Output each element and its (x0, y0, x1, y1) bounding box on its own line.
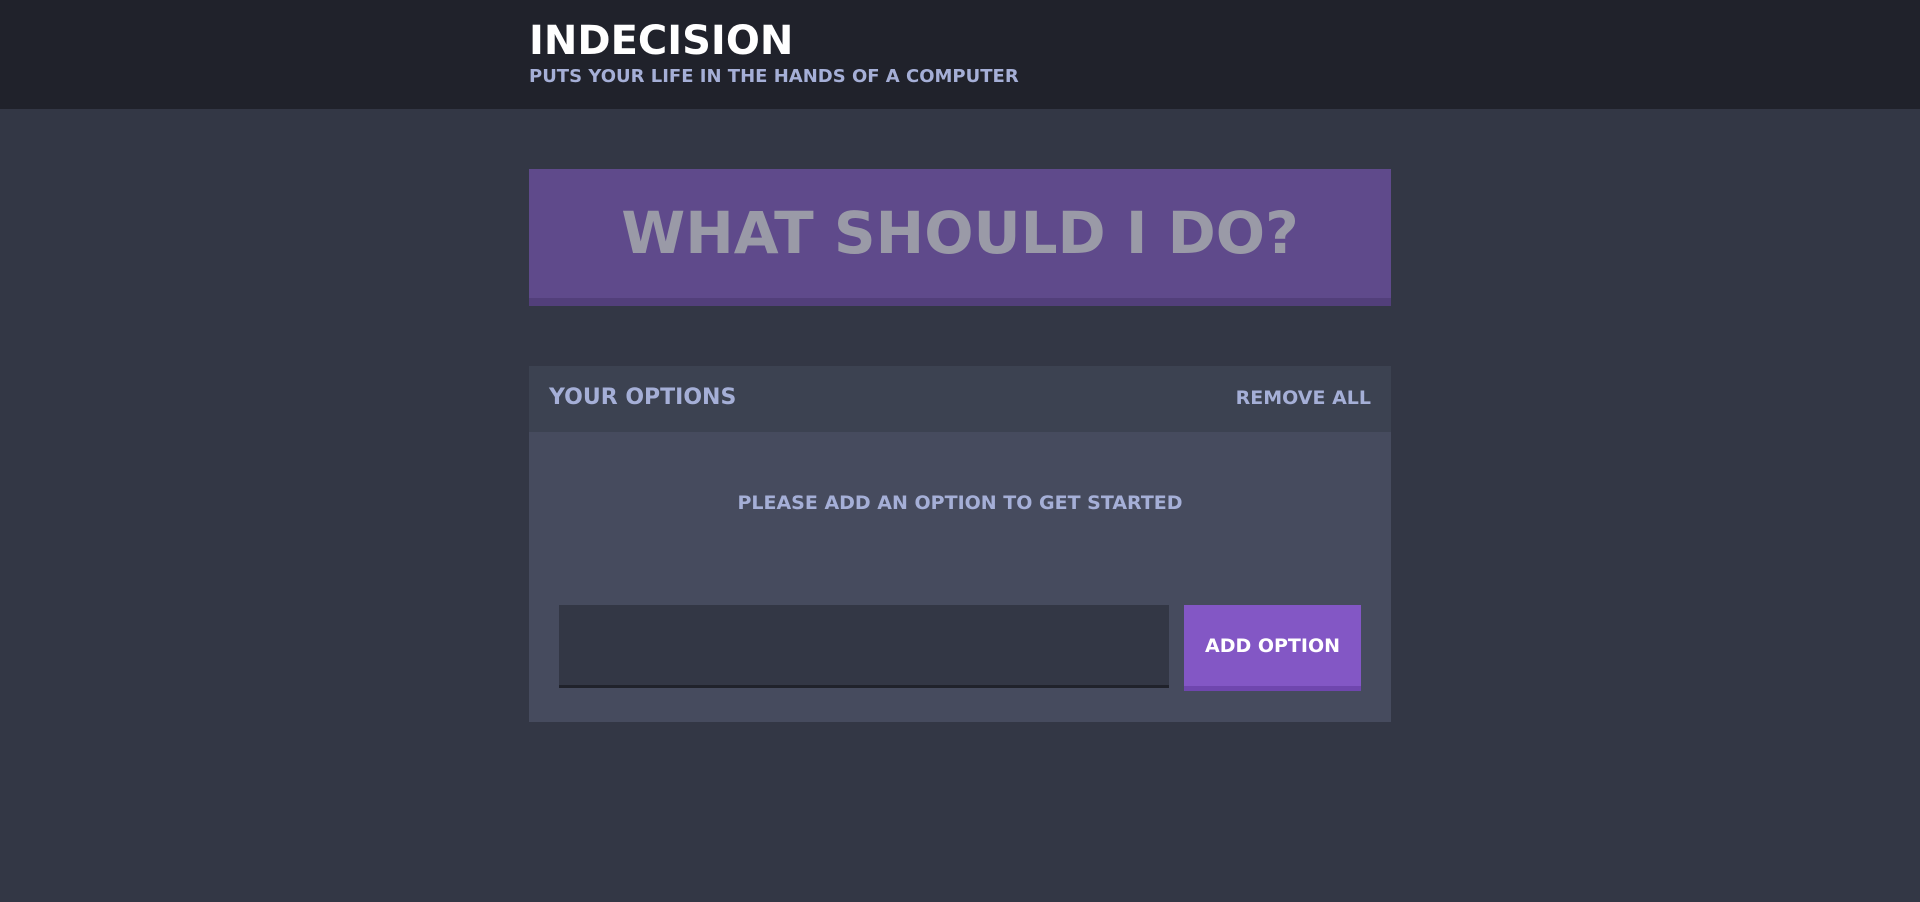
header-content: Indecision Puts your life in the hands o… (529, 18, 1019, 88)
add-option-button[interactable]: Add Option (1184, 605, 1361, 691)
app-header: Indecision Puts your life in the hands o… (0, 0, 1920, 109)
what-should-i-do-button[interactable]: What should I do? (529, 169, 1391, 306)
options-widget: Your Options Remove All Please add an op… (529, 366, 1391, 722)
options-widget-header: Your Options Remove All (529, 366, 1391, 432)
options-title: Your Options (549, 385, 737, 410)
option-input[interactable] (559, 605, 1169, 688)
app-subtitle: Puts your life in the hands of a compute… (529, 66, 1019, 87)
add-option-form: Add Option (559, 605, 1361, 691)
app-title: Indecision (529, 18, 794, 64)
empty-options-message: Please add an option to get started (737, 492, 1183, 514)
remove-all-button[interactable]: Remove All (1236, 387, 1371, 409)
